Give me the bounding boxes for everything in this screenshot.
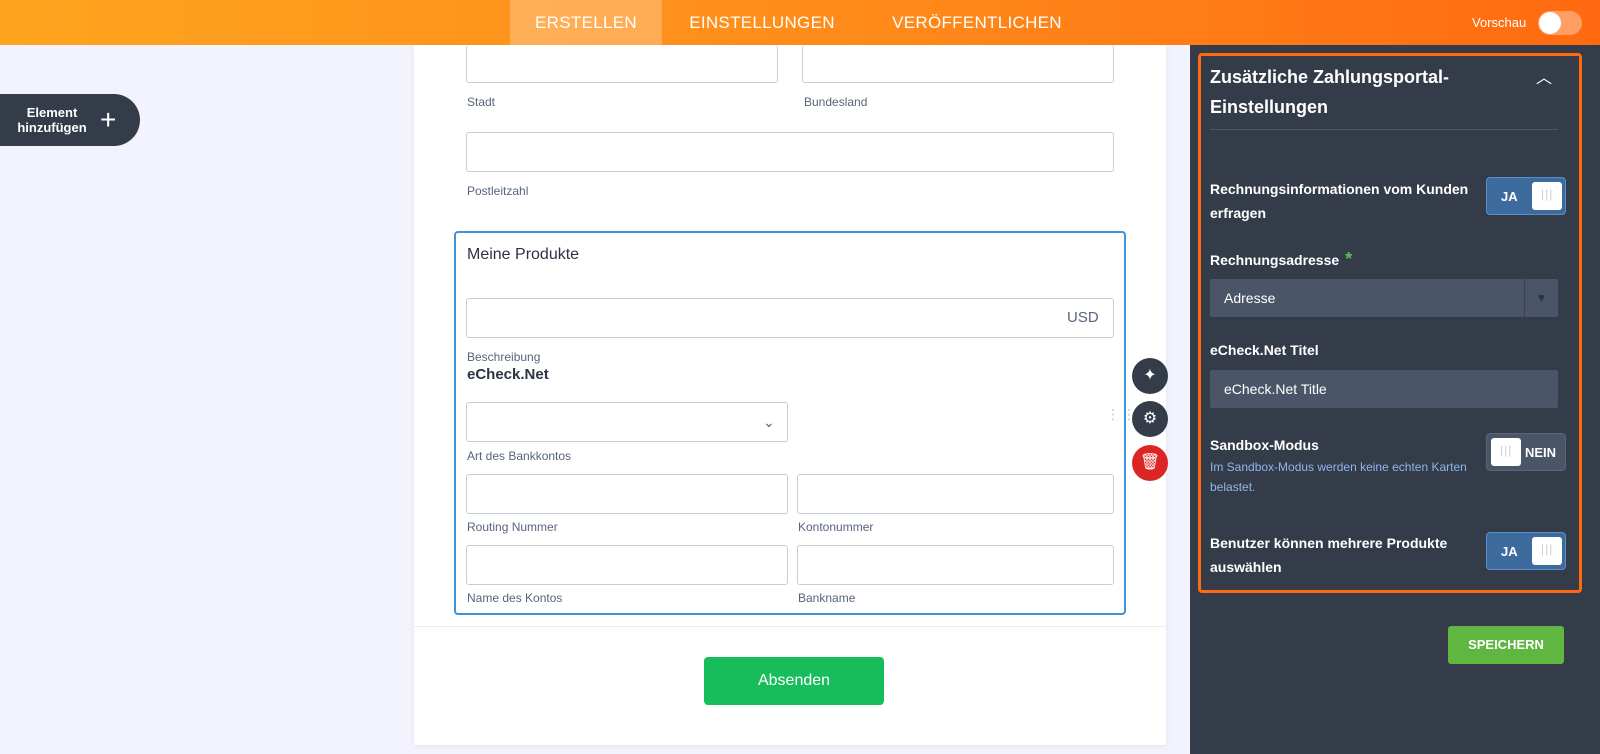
billing-info-label: Rechnungsinformationen vom Kunden erfrag… [1210, 181, 1469, 221]
chevron-up-icon[interactable]: ︿ [1536, 64, 1552, 88]
bank-type-label: Art des Bankkontos [467, 449, 572, 463]
chevron-down-icon: ⌄ [763, 414, 775, 430]
billing-info-toggle[interactable]: JA [1486, 177, 1566, 215]
wand-icon[interactable]: ✦ [1132, 358, 1168, 394]
plus-icon: + [100, 104, 117, 135]
routing-number-label: Routing Nummer [467, 520, 558, 534]
billing-address-select[interactable]: Adresse ▼ [1210, 279, 1558, 317]
panel-title: Zusätzliche Zahlungsportal-Einstellungen [1210, 67, 1450, 117]
account-number-label: Kontonummer [798, 520, 874, 534]
add-element-button[interactable]: Element hinzufügen + [0, 94, 140, 146]
tab-veroeffentlichen[interactable]: VERÖFFENTLICHEN [872, 0, 1082, 45]
trash-icon[interactable]: 🗑 [1132, 445, 1168, 481]
account-name-input[interactable] [466, 545, 788, 585]
billing-address-label: Rechnungsadresse * [1210, 247, 1352, 272]
form-divider [414, 626, 1166, 627]
description-label: Beschreibung [467, 350, 541, 364]
echeck-title-label: eCheck.Net Titel [1210, 342, 1319, 358]
city-label: Stadt [467, 95, 496, 109]
state-input[interactable] [802, 45, 1114, 83]
sandbox-toggle-text: NEIN [1525, 445, 1557, 460]
tab-erstellen[interactable]: ERSTELLEN [510, 0, 662, 45]
preview-toggle-knob [1539, 12, 1561, 34]
billing-info-toggle-text: JA [1501, 189, 1518, 204]
caret-down-icon: ▼ [1524, 279, 1558, 317]
sandbox-help-text: Im Sandbox-Modus werden keine echten Kar… [1210, 460, 1467, 494]
toggle-knob [1532, 537, 1562, 565]
state-label: Bundesland [804, 95, 868, 109]
billing-address-label-text: Rechnungsadresse [1210, 252, 1340, 268]
account-number-input[interactable] [797, 474, 1114, 514]
required-star-icon: * [1345, 249, 1353, 269]
sandbox-toggle[interactable]: NEIN [1486, 433, 1566, 471]
bank-name-label: Bankname [798, 591, 856, 605]
gear-icon[interactable]: ⚙ [1132, 401, 1168, 437]
price-input[interactable] [466, 298, 1114, 338]
echeck-title-input[interactable]: eCheck.Net Title [1210, 370, 1558, 408]
add-element-label: Element hinzufügen [17, 105, 87, 135]
bank-name-input[interactable] [797, 545, 1114, 585]
multi-products-label: Benutzer können mehrere Produkte auswähl… [1210, 535, 1448, 575]
tab-einstellungen[interactable]: EINSTELLUNGEN [668, 0, 856, 45]
toggle-knob [1532, 182, 1562, 210]
sandbox-label: Sandbox-Modus [1210, 437, 1319, 453]
top-navigation-bar: ERSTELLEN EINSTELLUNGEN VERÖFFENTLICHEN … [0, 0, 1600, 45]
submit-button[interactable]: Absenden [704, 657, 884, 705]
preview-toggle[interactable] [1538, 11, 1582, 35]
city-input[interactable] [466, 45, 778, 83]
toggle-knob [1491, 438, 1521, 466]
postal-code-label: Postleitzahl [467, 184, 529, 198]
routing-number-input[interactable] [466, 474, 788, 514]
echeck-heading: eCheck.Net [467, 366, 549, 383]
panel-separator [1210, 129, 1558, 130]
account-name-label: Name des Kontos [467, 591, 563, 605]
products-title: Meine Produkte [467, 246, 580, 263]
currency-label: USD [1067, 309, 1099, 326]
multi-products-toggle-text: JA [1501, 544, 1518, 559]
postal-code-input[interactable] [466, 132, 1114, 172]
billing-address-selected: Adresse [1224, 290, 1276, 306]
bank-type-select[interactable] [466, 402, 788, 442]
panel-highlight-border [1198, 53, 1582, 593]
save-button[interactable]: SPEICHERN [1448, 626, 1564, 664]
multi-products-toggle[interactable]: JA [1486, 532, 1566, 570]
preview-label: Vorschau [1472, 15, 1527, 30]
